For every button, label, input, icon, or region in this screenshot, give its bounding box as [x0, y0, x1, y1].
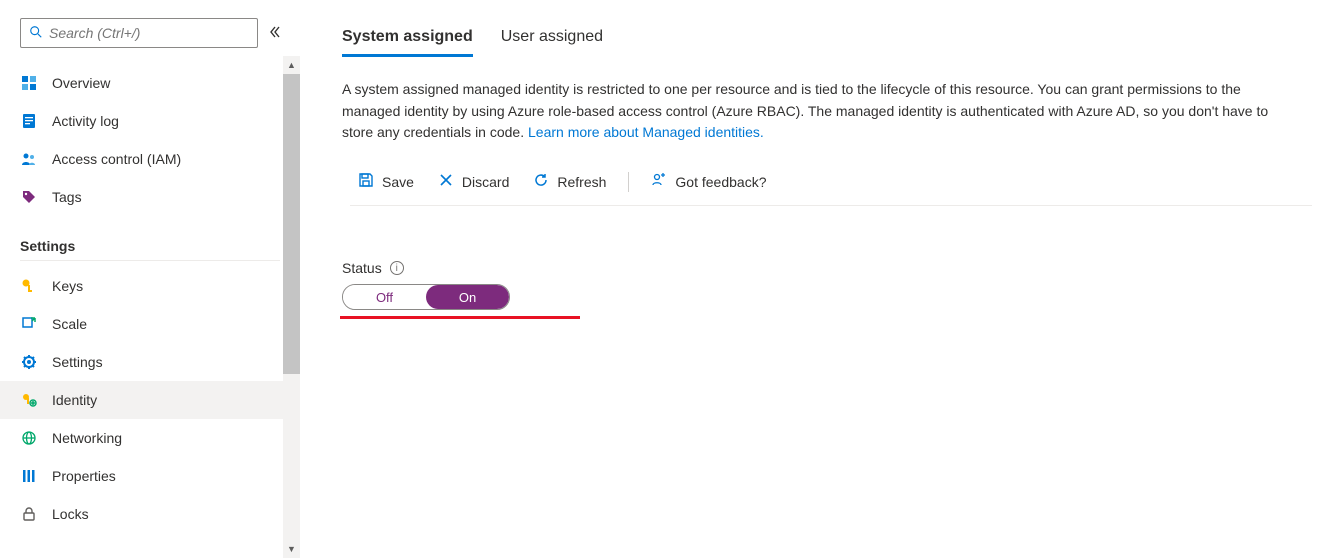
sidebar-item-tags[interactable]: Tags [20, 178, 300, 216]
key-icon [20, 277, 38, 295]
toolbar-separator [628, 172, 629, 192]
networking-icon [20, 429, 38, 447]
sidebar-item-overview[interactable]: Overview [20, 64, 300, 102]
toggle-option-on[interactable]: On [426, 285, 509, 309]
sidebar-item-label: Access control (IAM) [52, 151, 181, 167]
scroll-thumb[interactable] [283, 74, 300, 374]
tab-description: A system assigned managed identity is re… [342, 79, 1282, 144]
refresh-button[interactable]: Refresh [525, 168, 614, 195]
sidebar-item-label: Scale [52, 316, 87, 332]
feedback-icon [651, 172, 667, 191]
discard-icon [438, 172, 454, 191]
tab-user-assigned[interactable]: User assigned [501, 28, 603, 57]
toolbar-label: Got feedback? [675, 174, 766, 190]
sidebar-item-keys[interactable]: Keys [20, 267, 300, 305]
sidebar-item-locks[interactable]: Locks [20, 495, 300, 533]
description-text: A system assigned managed identity is re… [342, 81, 1268, 140]
sidebar-item-label: Overview [52, 75, 110, 91]
sidebar-item-label: Activity log [52, 113, 119, 129]
sidebar-item-networking[interactable]: Networking [20, 419, 300, 457]
sidebar-item-settings[interactable]: Settings [20, 343, 300, 381]
toolbar-label: Refresh [557, 174, 606, 190]
toggle-option-off[interactable]: Off [343, 285, 426, 309]
scale-icon [20, 315, 38, 333]
toolbar-label: Save [382, 174, 414, 190]
sidebar-item-label: Networking [52, 430, 122, 446]
settings-section-header: Settings [20, 238, 300, 254]
status-label: Status [342, 260, 382, 276]
save-icon [358, 172, 374, 191]
sidebar-item-label: Keys [52, 278, 83, 294]
sidebar: Overview Activity log Access control (IA… [0, 0, 300, 558]
status-toggle[interactable]: Off On [342, 284, 510, 310]
tab-bar: System assigned User assigned [342, 28, 1312, 57]
sidebar-item-label: Tags [52, 189, 82, 205]
sidebar-scrollbar[interactable]: ▲ ▼ [283, 56, 300, 558]
sidebar-item-identity[interactable]: Identity [0, 381, 290, 419]
discard-button[interactable]: Discard [430, 168, 517, 195]
access-control-icon [20, 150, 38, 168]
identity-icon [20, 391, 38, 409]
sidebar-item-properties[interactable]: Properties [20, 457, 300, 495]
learn-more-link[interactable]: Learn more about Managed identities. [528, 124, 764, 140]
sidebar-item-label: Settings [52, 354, 103, 370]
save-button[interactable]: Save [350, 168, 422, 195]
gear-icon [20, 353, 38, 371]
sidebar-item-label: Identity [52, 392, 97, 408]
main-content: System assigned User assigned A system a… [300, 0, 1332, 558]
search-icon [29, 25, 43, 42]
activity-log-icon [20, 112, 38, 130]
properties-icon [20, 467, 38, 485]
nav-top-list: Overview Activity log Access control (IA… [20, 64, 300, 216]
collapse-sidebar-button[interactable] [268, 25, 282, 42]
toolbar: Save Discard Refresh Got feedback? [350, 162, 1312, 206]
tab-system-assigned[interactable]: System assigned [342, 28, 473, 57]
feedback-button[interactable]: Got feedback? [643, 168, 774, 195]
sidebar-item-label: Properties [52, 468, 116, 484]
info-icon[interactable]: i [390, 261, 404, 275]
lock-icon [20, 505, 38, 523]
annotation-underline [340, 316, 580, 319]
search-box[interactable] [20, 18, 258, 48]
tag-icon [20, 188, 38, 206]
scroll-up-arrow-icon[interactable]: ▲ [287, 56, 296, 74]
scroll-down-arrow-icon[interactable]: ▼ [287, 540, 296, 558]
search-input[interactable] [49, 25, 249, 41]
sidebar-item-scale[interactable]: Scale [20, 305, 300, 343]
status-section: Status i Off On [342, 260, 1312, 319]
sidebar-item-activity-log[interactable]: Activity log [20, 102, 300, 140]
section-divider [20, 260, 280, 261]
refresh-icon [533, 172, 549, 191]
toolbar-label: Discard [462, 174, 509, 190]
nav-settings-list: Keys Scale Settings Identity Networking … [20, 267, 300, 533]
sidebar-item-label: Locks [52, 506, 89, 522]
overview-icon [20, 74, 38, 92]
sidebar-item-access-control[interactable]: Access control (IAM) [20, 140, 300, 178]
